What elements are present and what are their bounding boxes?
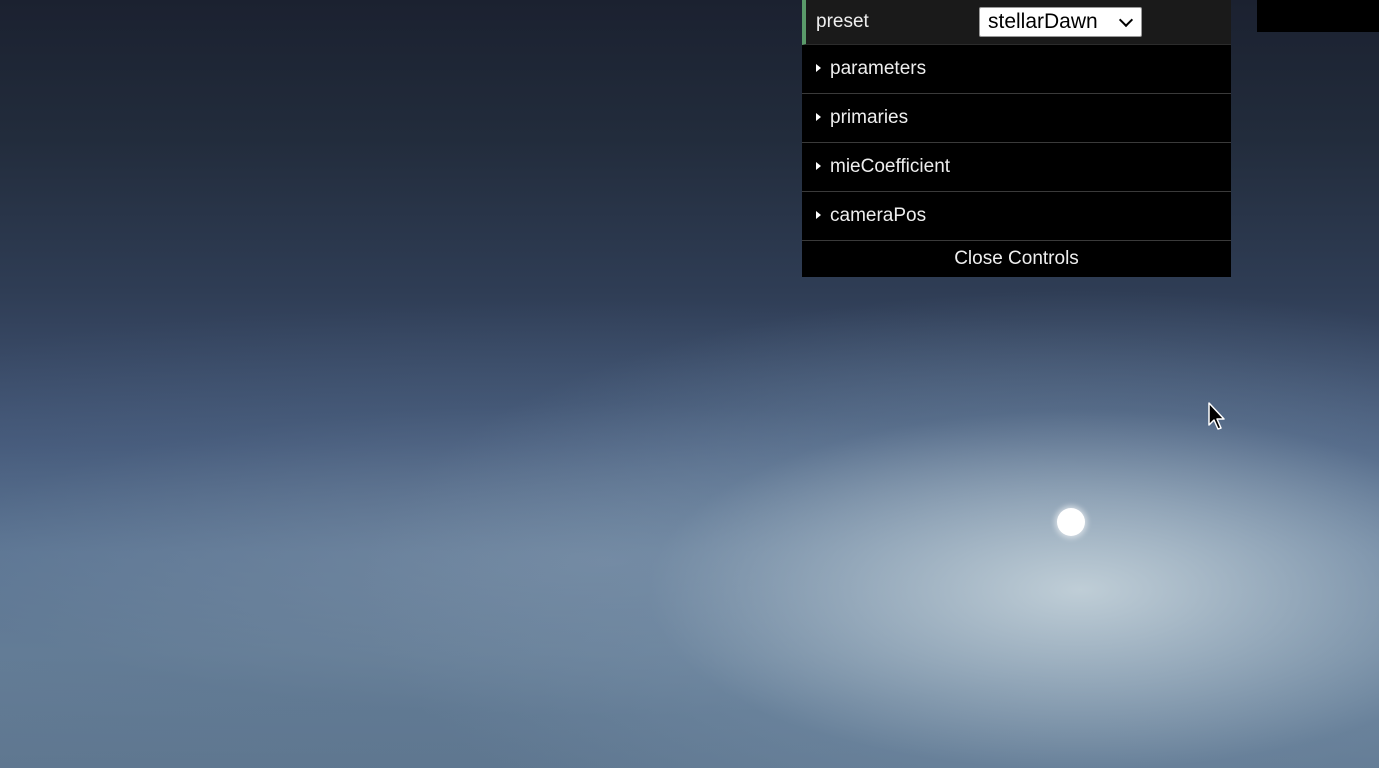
preset-label: preset — [816, 11, 869, 32]
caret-right-icon — [816, 211, 821, 219]
preset-select[interactable]: stellarDawn — [979, 7, 1142, 37]
chevron-down-icon — [1119, 15, 1133, 29]
close-controls-button[interactable]: Close Controls — [802, 241, 1231, 277]
folder-miecoefficient[interactable]: mieCoefficient — [802, 143, 1231, 192]
caret-right-icon — [816, 113, 821, 121]
folder-label: mieCoefficient — [830, 156, 951, 177]
caret-right-icon — [816, 64, 821, 72]
folder-camerapos[interactable]: cameraPos — [802, 192, 1231, 241]
folder-parameters[interactable]: parameters — [802, 45, 1231, 94]
preset-row: preset stellarDawn — [802, 0, 1231, 45]
caret-right-icon — [816, 162, 821, 170]
stats-panel[interactable] — [1257, 0, 1379, 32]
mouse-cursor-icon — [1208, 402, 1225, 430]
controls-panel: preset stellarDawn parameters primaries … — [802, 0, 1231, 277]
folder-label: parameters — [830, 58, 927, 79]
folder-primaries[interactable]: primaries — [802, 94, 1231, 143]
folder-label: cameraPos — [830, 205, 927, 226]
sun-disc — [1057, 508, 1085, 536]
preset-select-value: stellarDawn — [988, 10, 1098, 33]
folder-label: primaries — [830, 107, 909, 128]
